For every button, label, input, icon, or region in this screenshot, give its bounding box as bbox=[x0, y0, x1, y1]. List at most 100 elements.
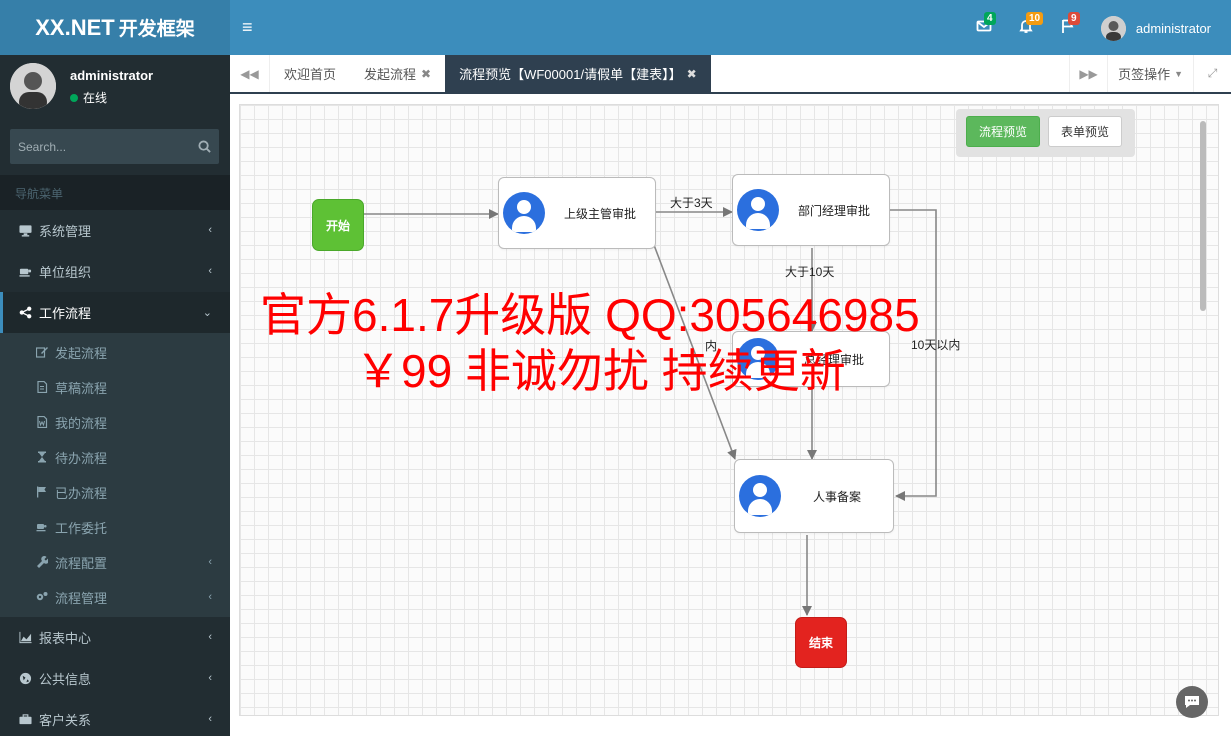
user-icon bbox=[739, 475, 781, 517]
edge-label: 内 bbox=[705, 339, 718, 353]
user-icon bbox=[737, 338, 779, 380]
chevron-down-icon: ⌄ bbox=[202, 307, 212, 319]
tab-options-dropdown[interactable]: 页签操作 ▼ bbox=[1107, 55, 1193, 92]
notifications-button[interactable]: 10 bbox=[1018, 12, 1044, 40]
briefcase-icon bbox=[18, 713, 32, 727]
hourglass-icon bbox=[36, 451, 49, 464]
tab-actions: ▶▶ 页签操作 ▼ ⤢ bbox=[1069, 55, 1231, 92]
flow-node-dept-manager-approval[interactable]: 部门经理审批 bbox=[732, 174, 890, 246]
coffee-icon bbox=[36, 521, 49, 534]
globe-icon bbox=[18, 672, 32, 686]
caret-down-icon: ▼ bbox=[1174, 68, 1183, 79]
sidebar-item-label: 单位组织 bbox=[39, 265, 92, 280]
flow-canvas[interactable]: 开始 上级主管审批 部门经理审批 总经理审批 人事备案 结束 大于3天 大于10… bbox=[239, 104, 1219, 716]
sidebar-subitem-flow-manage[interactable]: 流程管理 ‹ bbox=[0, 580, 230, 615]
tab-bar: ◀◀ 欢迎首页 发起流程 ✖ 流程预览【WF00001/请假单【建表】】 ✖ ▶… bbox=[230, 55, 1231, 94]
sidebar-item-workflow[interactable]: 工作流程 ⌄ bbox=[0, 292, 230, 333]
chat-button[interactable] bbox=[1176, 686, 1208, 718]
sidebar-subitem-flow-config[interactable]: 流程配置 ‹ bbox=[0, 545, 230, 580]
sidebar-search bbox=[10, 129, 219, 164]
flow-start-node[interactable]: 开始 bbox=[312, 199, 364, 251]
messages-count-badge: 4 bbox=[984, 12, 996, 25]
sidebar-subitem-draft-flow[interactable]: 草稿流程 bbox=[0, 370, 230, 405]
flow-node-supervisor-approval[interactable]: 上级主管审批 bbox=[498, 177, 656, 249]
tabs-scroll-right-button[interactable]: ▶▶ bbox=[1069, 55, 1107, 92]
chevron-left-icon: ‹ bbox=[208, 265, 212, 277]
sidebar-item-org[interactable]: 单位组织 ‹ bbox=[0, 251, 230, 292]
sidebar-item-system[interactable]: 系统管理 ‹ bbox=[0, 210, 230, 251]
tasks-button[interactable]: 9 bbox=[1060, 12, 1082, 40]
hamburger-icon[interactable]: ≡ bbox=[242, 17, 253, 38]
tab-label: 流程预览【WF00001/请假单【建表】】 bbox=[459, 67, 682, 82]
sidebar-subitem-todo-flow[interactable]: 待办流程 bbox=[0, 440, 230, 475]
close-icon[interactable]: ✖ bbox=[687, 67, 697, 81]
sidebar-subitem-label: 草稿流程 bbox=[55, 381, 108, 396]
flow-preview-button[interactable]: 流程预览 bbox=[966, 116, 1041, 147]
vertical-scrollbar[interactable] bbox=[1200, 121, 1206, 311]
tab-flow-preview[interactable]: 流程预览【WF00001/请假单【建表】】 ✖ bbox=[445, 55, 711, 92]
sidebar-item-crm[interactable]: 客户关系 ‹ bbox=[0, 699, 230, 736]
chevron-left-icon: ‹ bbox=[208, 713, 212, 725]
sidebar-subitem-done-flow[interactable]: 已办流程 bbox=[0, 475, 230, 510]
sidebar-item-public-info[interactable]: 公共信息 ‹ bbox=[0, 658, 230, 699]
edge-label: 大于3天 bbox=[670, 196, 713, 210]
tab-label: 欢迎首页 bbox=[284, 67, 337, 82]
chevron-left-icon: ‹ bbox=[208, 556, 212, 568]
sidebar-item-label: 客户关系 bbox=[39, 713, 92, 728]
sidebar-subitem-start-flow[interactable]: 发起流程 bbox=[0, 335, 230, 370]
search-icon[interactable] bbox=[198, 140, 211, 153]
flow-node-gm-approval[interactable]: 总经理审批 bbox=[732, 331, 890, 387]
sidebar-item-reports[interactable]: 报表中心 ‹ bbox=[0, 617, 230, 658]
avatar bbox=[10, 63, 56, 109]
brand-subtitle: 开发框架 bbox=[118, 19, 195, 40]
tabs-scroll-left-button[interactable]: ◀◀ bbox=[230, 55, 270, 92]
tab-options-label: 页签操作 bbox=[1118, 67, 1171, 82]
sidebar-item-label: 公共信息 bbox=[39, 672, 92, 687]
status-dot-icon bbox=[70, 93, 78, 102]
tasks-count-badge: 9 bbox=[1068, 12, 1080, 25]
sidebar-subitem-label: 我的流程 bbox=[55, 416, 108, 431]
chevron-left-icon: ‹ bbox=[208, 224, 212, 236]
status-text: 在线 bbox=[83, 91, 108, 105]
chevron-left-icon: ‹ bbox=[208, 631, 212, 643]
sidebar-subitem-label: 发起流程 bbox=[55, 346, 108, 361]
flow-end-node[interactable]: 结束 bbox=[795, 617, 847, 668]
avatar bbox=[1100, 16, 1126, 41]
sidebar-subitem-my-flow[interactable]: 我的流程 bbox=[0, 405, 230, 440]
area-chart-icon bbox=[18, 631, 32, 645]
flow-connectors bbox=[364, 207, 937, 616]
flow-node-label: 上级主管审批 bbox=[563, 206, 636, 221]
top-navbar: ≡ 4 10 9 administrator bbox=[230, 0, 1231, 55]
coffee-icon bbox=[18, 265, 32, 279]
edit-icon bbox=[36, 346, 49, 359]
app-window: XX.NET 开发框架 ≡ 4 10 9 administrator admin… bbox=[0, 0, 1231, 736]
desktop-icon bbox=[18, 224, 32, 238]
brand-logo[interactable]: XX.NET 开发框架 bbox=[0, 0, 230, 55]
user-menu[interactable]: administrator bbox=[1100, 16, 1211, 41]
user-icon bbox=[503, 192, 545, 234]
chevron-left-icon: ‹ bbox=[208, 672, 212, 684]
tab-welcome[interactable]: 欢迎首页 bbox=[270, 55, 350, 92]
file-word-icon bbox=[36, 416, 49, 429]
edge-n2-to-n4 bbox=[890, 209, 937, 501]
edge-label: 10天以内 bbox=[911, 338, 961, 352]
search-input[interactable] bbox=[18, 139, 198, 154]
sidebar-item-label: 报表中心 bbox=[39, 631, 92, 646]
messages-button[interactable]: 4 bbox=[976, 12, 998, 40]
form-preview-button[interactable]: 表单预览 bbox=[1048, 116, 1123, 147]
sidebar-username: administrator bbox=[70, 68, 154, 83]
sidebar-subitem-delegate[interactable]: 工作委托 bbox=[0, 510, 230, 545]
edge-n1-to-n4 bbox=[653, 244, 737, 460]
sidebar: administrator 在线 导航菜单 系统管理 ‹ 单位组织 ‹ bbox=[0, 55, 230, 736]
sidebar-menu: 系统管理 ‹ 单位组织 ‹ 工作流程 ⌄ 发起流程 草稿流程 我的流程 待办流程… bbox=[0, 210, 230, 736]
flow-node-label: 部门经理审批 bbox=[797, 203, 870, 218]
fullscreen-button[interactable]: ⤢ bbox=[1193, 55, 1231, 92]
forward-icon: ▶▶ bbox=[1079, 66, 1098, 81]
flag-icon bbox=[36, 486, 49, 499]
flow-node-hr-filing[interactable]: 人事备案 bbox=[734, 459, 894, 533]
brand-title: XX.NET bbox=[35, 14, 115, 40]
tab-start-flow[interactable]: 发起流程 ✖ bbox=[350, 55, 445, 92]
close-icon[interactable]: ✖ bbox=[421, 67, 431, 81]
file-icon bbox=[36, 381, 49, 394]
sidebar-subitem-label: 工作委托 bbox=[55, 521, 108, 536]
